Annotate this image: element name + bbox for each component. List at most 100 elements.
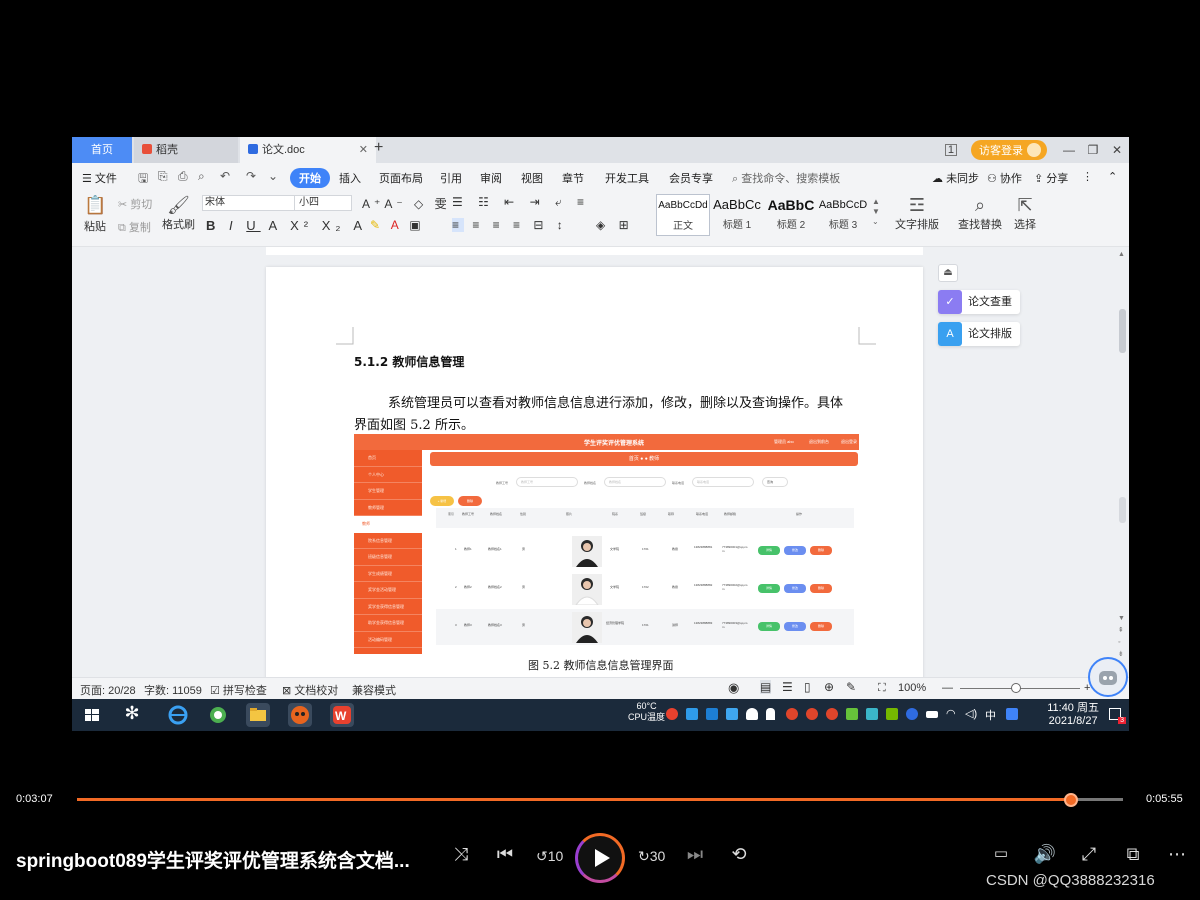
tray-app-icon[interactable] xyxy=(706,708,718,720)
more-options-icon[interactable]: ⋯ xyxy=(1164,844,1190,865)
menu-chapter[interactable]: 章节 xyxy=(562,170,584,186)
zoom-level[interactable]: 100% xyxy=(898,682,926,694)
text-layout-button[interactable]: ☲ 文字排版 xyxy=(895,195,939,232)
scroll-thumb[interactable] xyxy=(1119,309,1126,353)
menu-references[interactable]: 引用 xyxy=(440,170,462,186)
zoom-out-icon[interactable]: — xyxy=(942,682,953,694)
copy-button[interactable]: ⧉ 复制 xyxy=(118,219,151,235)
style-gallery-scroll[interactable]: ▲ ▼ ⌄ xyxy=(872,197,880,227)
page-indicator[interactable]: 页面: 20/28 xyxy=(80,682,136,698)
preview-icon[interactable]: ⌕ xyxy=(198,169,205,184)
style-heading-3[interactable]: AaBbCcD 标题 3 xyxy=(816,194,870,236)
paper-check-button[interactable]: ✓ 论文查重 xyxy=(938,290,1020,314)
tray-app-icon[interactable] xyxy=(686,708,698,720)
previous-icon[interactable]: ⏮ xyxy=(492,844,518,865)
paper-format-button[interactable]: A 论文排版 xyxy=(938,322,1020,346)
fan-app-icon[interactable]: ✻ xyxy=(120,703,144,727)
find-replace-button[interactable]: ⌕ 查找替换 xyxy=(958,195,1002,232)
visitor-login-button[interactable]: 访客登录 xyxy=(971,140,1047,160)
scroll-up-icon[interactable]: ▲ xyxy=(1118,251,1125,258)
spell-check-button[interactable]: ☑ 拼写检查 xyxy=(210,682,267,698)
forward-30-icon[interactable]: ↻30 xyxy=(638,848,665,865)
play-button[interactable] xyxy=(575,833,625,883)
collaborate-button[interactable]: ⚇ 协作 xyxy=(987,170,1022,186)
subtitle-icon[interactable]: ▭ xyxy=(988,844,1014,862)
input-method-icon[interactable] xyxy=(1006,708,1018,720)
style-heading-2[interactable]: AaBbC 标题 2 xyxy=(764,194,818,236)
write-mode-icon[interactable]: ✎ xyxy=(846,680,856,694)
edge-browser-icon[interactable] xyxy=(206,703,230,727)
sync-status[interactable]: ☁ 未同步 xyxy=(932,170,979,186)
tray-app-icon[interactable] xyxy=(666,708,678,720)
menu-view[interactable]: 视图 xyxy=(521,170,543,186)
scroll-thumb-secondary[interactable] xyxy=(1119,497,1126,523)
shield-icon[interactable] xyxy=(746,708,758,720)
tab-daoke[interactable]: 稻壳 xyxy=(134,137,238,163)
menu-developer[interactable]: 开发工具 xyxy=(605,170,649,186)
nvidia-icon[interactable] xyxy=(886,708,898,720)
web-view-icon[interactable]: ⊕ xyxy=(824,680,834,694)
close-tab-icon[interactable]: ✕ xyxy=(359,137,368,163)
text-format-tools[interactable]: B I U A X² X₂ A xyxy=(206,218,367,233)
ie-browser-icon[interactable] xyxy=(166,703,190,727)
panel-collapse-icon[interactable]: ⏏ xyxy=(938,264,958,282)
file-menu[interactable]: ☰ 文件 xyxy=(82,170,117,186)
layout-icon[interactable]: 1 xyxy=(944,144,957,156)
list-tools[interactable]: ☰ ☷ ⇤ ⇥ ⤶ ≡ xyxy=(452,195,590,210)
style-heading-1[interactable]: AaBbCc 标题 1 xyxy=(710,194,764,236)
collapse-ribbon-icon[interactable]: ⌃ xyxy=(1108,170,1117,183)
bluetooth-icon[interactable] xyxy=(906,708,918,720)
fit-page-icon[interactable]: ⛶ xyxy=(878,682,886,695)
volume-icon[interactable]: 🔊 xyxy=(1032,844,1058,865)
ime-indicator[interactable]: 中 xyxy=(985,707,996,723)
proofread-button[interactable]: ⊠ 文档校对 xyxy=(282,682,338,698)
assistant-robot-icon[interactable] xyxy=(1088,657,1128,697)
wps-app-icon[interactable]: W xyxy=(330,703,354,727)
progress-bar[interactable] xyxy=(77,793,1123,807)
shading-border-tools[interactable]: ◈ ⊞ xyxy=(596,218,634,232)
highlight-color-tools[interactable]: ✎ A ▣ xyxy=(370,218,425,232)
save-icon[interactable]: 🖫 xyxy=(138,169,148,190)
export-icon[interactable]: ⎘ xyxy=(158,169,168,184)
wifi-icon[interactable]: ◠ xyxy=(946,707,956,720)
zoom-slider-knob[interactable] xyxy=(1011,683,1021,693)
reading-view-icon[interactable]: ▯ xyxy=(804,680,811,694)
font-tools[interactable]: A⁺A⁻ ◇ 雯 xyxy=(362,195,451,212)
rewind-10-icon[interactable]: ↺10 xyxy=(536,848,563,865)
tab-start[interactable]: 开始 xyxy=(290,168,330,188)
cut-button[interactable]: ✂ 剪切 xyxy=(118,196,152,212)
restore-icon[interactable]: ❐ xyxy=(1081,143,1105,157)
style-normal[interactable]: AaBbCcDd 正文 xyxy=(656,194,710,236)
page-view-icon[interactable]: ▤ xyxy=(760,680,772,694)
new-tab-button[interactable]: + xyxy=(374,139,383,157)
close-window-icon[interactable]: ✕ xyxy=(1105,143,1129,157)
system-clock[interactable]: 11:40 周五 2021/8/27 xyxy=(1047,702,1099,728)
file-explorer-icon[interactable] xyxy=(246,703,270,727)
quick-access-more-icon[interactable]: ⌄ xyxy=(268,169,278,183)
notification-bell-icon[interactable] xyxy=(766,708,775,720)
word-count[interactable]: 字数: 11059 xyxy=(144,682,202,698)
tray-app-icon[interactable] xyxy=(726,708,738,720)
fullscreen-icon[interactable]: ⤢ xyxy=(1076,844,1102,865)
outline-view-icon[interactable]: ☰ xyxy=(782,680,793,694)
menu-member[interactable]: 会员专享 xyxy=(669,170,713,186)
tray-app-icon[interactable] xyxy=(866,708,878,720)
redo-icon[interactable]: ↷ xyxy=(246,169,256,183)
tray-app-icon[interactable] xyxy=(846,708,858,720)
qq-icon[interactable] xyxy=(786,708,798,720)
undo-icon[interactable]: ↶ xyxy=(220,169,230,183)
page-nav-icon[interactable]: ▼ ⇞ ◦ ⇟ xyxy=(1118,613,1125,661)
eye-protection-icon[interactable]: ◉ xyxy=(728,680,739,696)
next-icon[interactable]: ⏭ xyxy=(682,844,708,865)
command-search[interactable]: ⌕ 查找命令、搜索模板 xyxy=(732,170,840,186)
alignment-tools[interactable]: ≡ ≡ ≡ ≡ ⊟ ↕ xyxy=(452,218,568,232)
shuffle-icon[interactable]: ⤨ xyxy=(448,844,474,865)
volume-icon[interactable]: ◁) xyxy=(965,707,977,720)
font-size-select[interactable]: 小四 xyxy=(294,195,352,211)
vertical-scrollbar[interactable]: ▲ ▼ ⇞ ◦ ⇟ xyxy=(1116,247,1129,677)
qq-icon[interactable] xyxy=(806,708,818,720)
paste-button[interactable]: 📋 粘贴 xyxy=(84,195,106,234)
more-icon[interactable]: ⋮ xyxy=(1082,170,1093,183)
tab-home[interactable]: 首页 xyxy=(72,137,132,163)
mini-player-icon[interactable]: ⧉ xyxy=(1120,844,1146,865)
